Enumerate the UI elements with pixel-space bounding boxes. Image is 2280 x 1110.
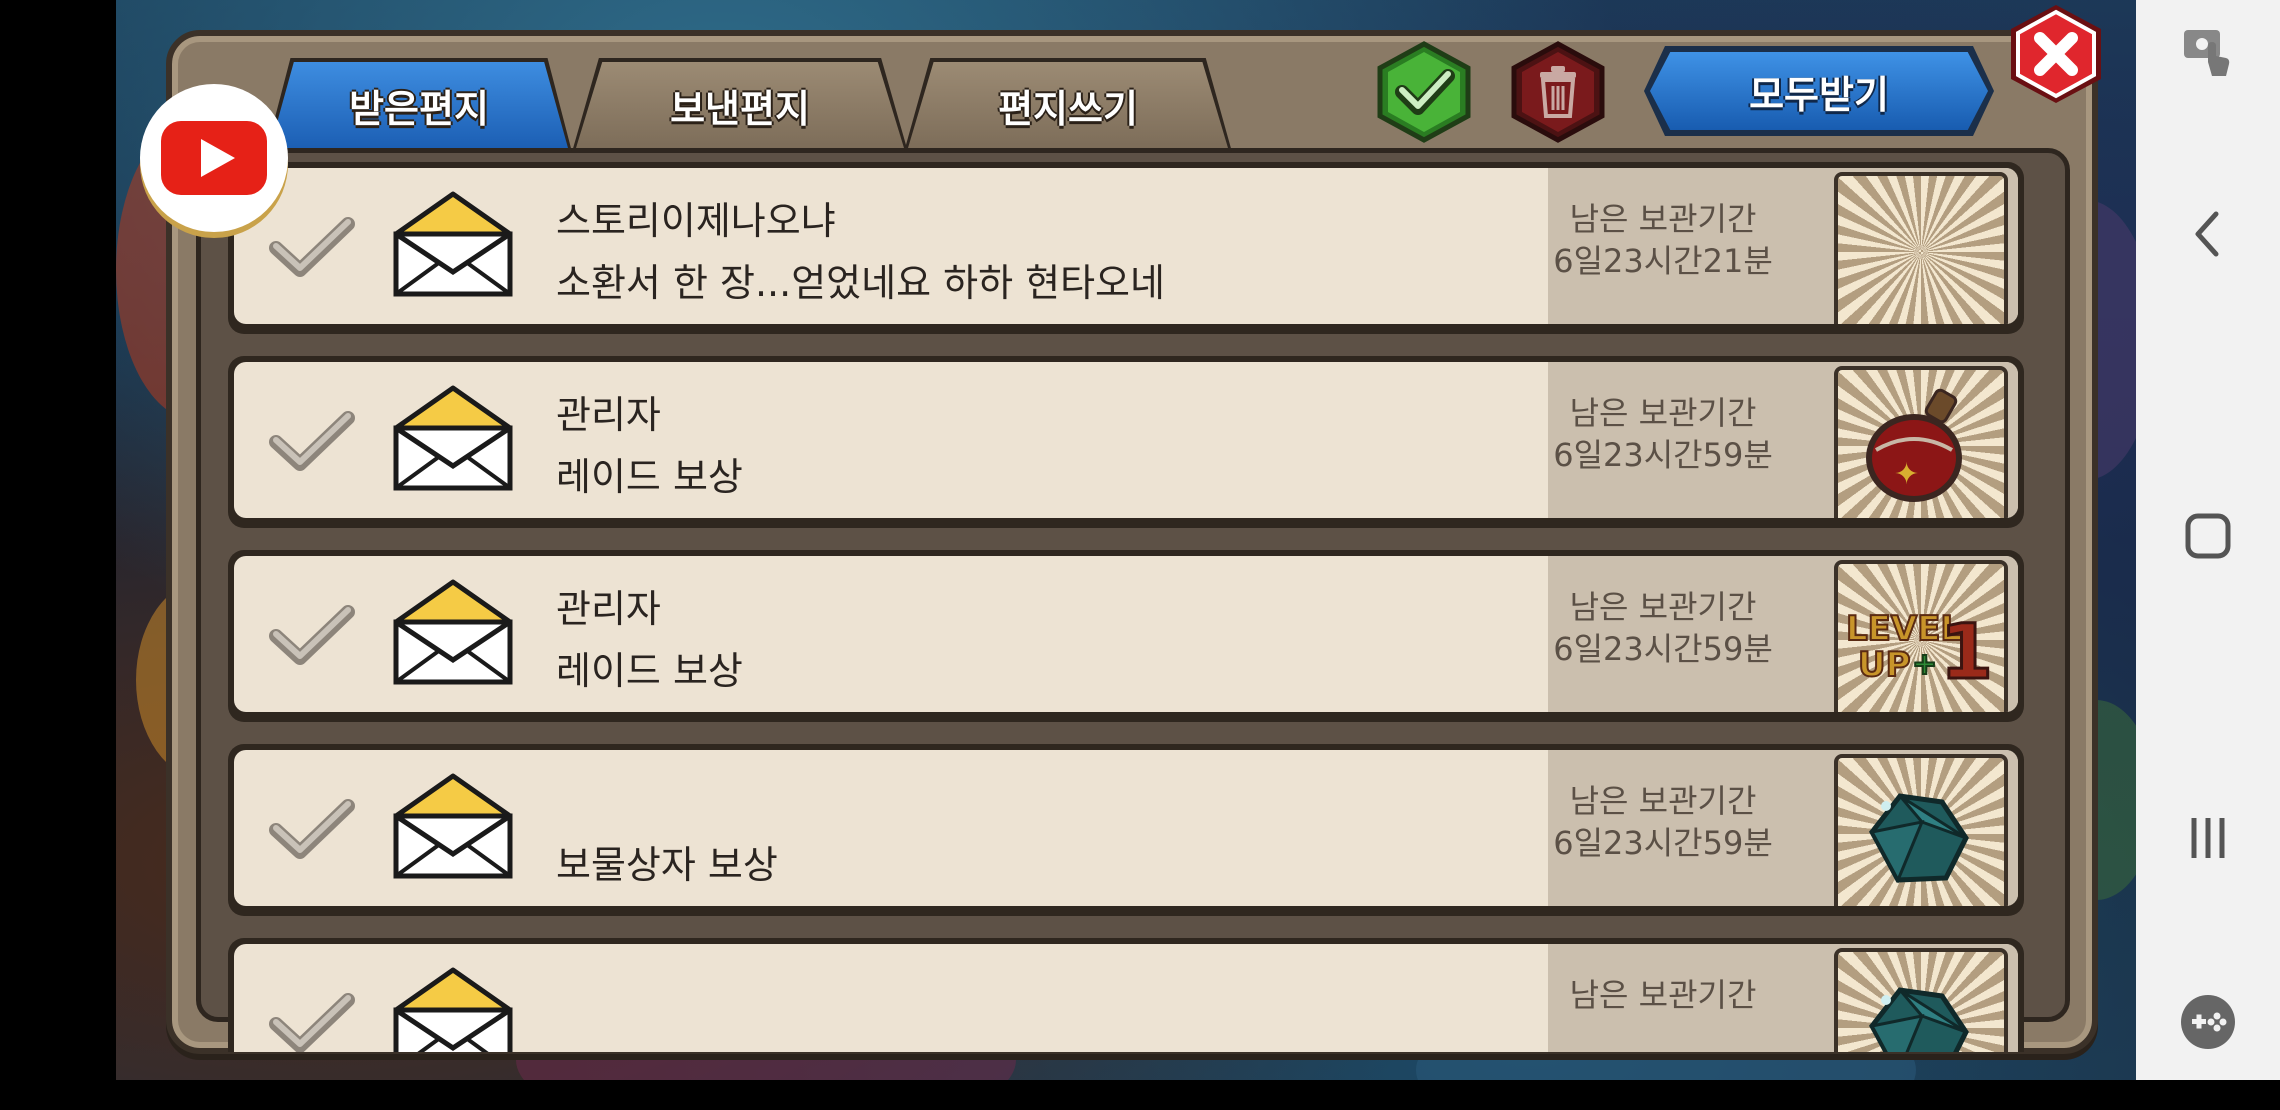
- mail-row-body: 관리자 레이드 보상 남은 보관기간 6일23시간59분 LEVEL UP +1: [234, 556, 2018, 712]
- retention-period: 남은 보관기간 6일23시간21분: [1543, 198, 1783, 282]
- reward-item[interactable]: ✦: [1834, 366, 2008, 518]
- select-check-icon[interactable]: [266, 988, 356, 1058]
- mail-row[interactable]: 남은 보관기간: [228, 938, 2024, 1058]
- game-booster-button[interactable]: [2178, 992, 2238, 1052]
- tab-compose[interactable]: 편지쓰기: [908, 62, 1228, 148]
- home-button[interactable]: [2178, 506, 2238, 566]
- mail-row-body: 스토리이제나오냐 소환서 한 장...얻었네요 하하 현타오네 남은 보관기간 …: [234, 168, 2018, 324]
- gamepad-icon: [2181, 995, 2235, 1049]
- envelope-icon: [393, 579, 513, 685]
- reward-item[interactable]: LEVEL UP +1: [1834, 560, 2008, 712]
- home-icon: [2185, 513, 2231, 559]
- potion-icon: ✦: [1842, 374, 1992, 514]
- svg-text:✦: ✦: [1894, 457, 1919, 492]
- mail-row[interactable]: 관리자 레이드 보상 남은 보관기간 6일23시간59분 LEVEL UP +1: [228, 550, 2024, 722]
- envelope-icon: [393, 385, 513, 491]
- check-icon: [1377, 41, 1471, 143]
- retention-label: 남은 보관기간: [1569, 782, 1757, 820]
- recents-icon: [2191, 818, 2225, 858]
- retention-time: 6일23시간59분: [1553, 436, 1773, 474]
- game-tools-button[interactable]: [2178, 22, 2238, 82]
- delete-button[interactable]: [1506, 40, 1610, 144]
- youtube-floating-button[interactable]: [140, 84, 288, 232]
- tab-sent[interactable]: 보낸편지: [576, 62, 904, 148]
- back-button[interactable]: [2178, 204, 2238, 264]
- touch-lock-icon: [2184, 30, 2230, 76]
- svg-text:+: +: [1912, 647, 1937, 682]
- android-nav-bar: [2136, 0, 2280, 1080]
- reward-item[interactable]: [1834, 172, 2008, 324]
- mail-row[interactable]: 관리자 레이드 보상 남은 보관기간 6일23시간59분 ✦: [228, 356, 2024, 528]
- retention-time: 6일23시간59분: [1553, 630, 1773, 668]
- mail-row-body: 보물상자 보상 남은 보관기간 6일23시간59분: [234, 750, 2018, 906]
- ore-icon: [1842, 762, 1992, 902]
- select-check-icon[interactable]: [266, 406, 356, 476]
- mail-row[interactable]: 보물상자 보상 남은 보관기간 6일23시간59분: [228, 744, 2024, 916]
- mail-message: 레이드 보상: [556, 649, 743, 693]
- envelope-icon: [393, 773, 513, 879]
- mail-row-body: 관리자 레이드 보상 남은 보관기간 6일23시간59분 ✦: [234, 362, 2018, 518]
- level-up-icon: LEVEL UP +1: [1842, 568, 1994, 708]
- mail-sender: 관리자: [556, 587, 661, 631]
- select-all-button[interactable]: [1372, 40, 1476, 144]
- mail-message: 소환서 한 장...얻었네요 하하 현타오네: [556, 261, 1165, 305]
- recents-button[interactable]: [2178, 808, 2238, 868]
- svg-text:UP: UP: [1858, 645, 1911, 685]
- retention-label: 남은 보관기간: [1569, 976, 1757, 1014]
- close-icon: [2011, 5, 2101, 103]
- envelope-icon: [393, 191, 513, 297]
- mail-row[interactable]: 스토리이제나오냐 소환서 한 장...얻었네요 하하 현타오네 남은 보관기간 …: [228, 162, 2024, 334]
- trash-icon: [1511, 41, 1605, 143]
- reward-item[interactable]: [1834, 754, 2008, 906]
- tab-received[interactable]: 받은편지: [270, 62, 568, 148]
- retention-time: 6일23시간21분: [1553, 242, 1773, 280]
- retention-period: 남은 보관기간 6일23시간59분: [1543, 586, 1783, 670]
- retention-period: 남은 보관기간 6일23시간59분: [1543, 392, 1783, 476]
- receive-all-label: 모두받기: [1749, 72, 1889, 117]
- select-check-icon[interactable]: [266, 212, 356, 282]
- mail-sender: 스토리이제나오냐: [556, 199, 836, 243]
- mail-sender: 관리자: [556, 393, 661, 437]
- youtube-icon: [161, 121, 267, 195]
- svg-text:1: 1: [1940, 607, 1992, 696]
- sunburst-reward-icon: [1842, 180, 1992, 320]
- select-check-icon[interactable]: [266, 794, 356, 864]
- retention-label: 남은 보관기간: [1569, 200, 1757, 238]
- mail-message: 레이드 보상: [556, 455, 743, 499]
- retention-label: 남은 보관기간: [1569, 588, 1757, 626]
- back-icon: [2195, 211, 2219, 257]
- retention-period: 남은 보관기간: [1543, 974, 1783, 1016]
- receive-all-button[interactable]: 모두받기: [1644, 46, 1994, 136]
- select-check-icon[interactable]: [266, 600, 356, 670]
- mail-message: 보물상자 보상: [556, 843, 778, 887]
- retention-time: 6일23시간59분: [1553, 824, 1773, 862]
- close-button[interactable]: [2004, 2, 2108, 106]
- retention-period: 남은 보관기간 6일23시간59분: [1543, 780, 1783, 864]
- retention-label: 남은 보관기간: [1569, 394, 1757, 432]
